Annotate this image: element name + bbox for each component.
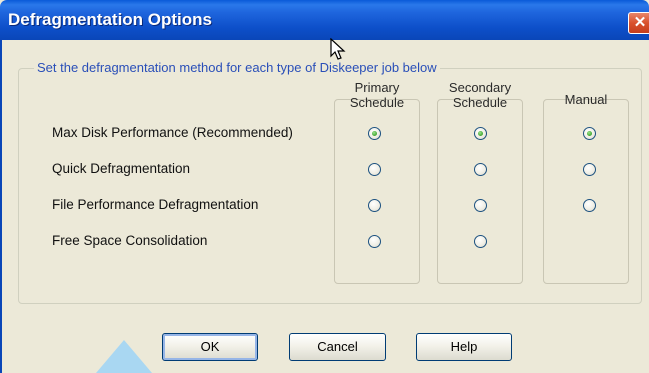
radio-primary-schedule-row-2[interactable]: [368, 163, 381, 176]
group-legend: Set the defragmentation method for each …: [34, 60, 440, 75]
radio-secondary-schedule-row-3[interactable]: [474, 199, 487, 212]
close-button[interactable]: ✕: [628, 12, 649, 34]
secondary-schedule-header: Secondary Schedule: [448, 80, 512, 110]
row-label-file-performance: File Performance Defragmentation: [52, 197, 259, 212]
ok-button[interactable]: OK: [162, 333, 258, 361]
row-label-free-space-consolidation: Free Space Consolidation: [52, 233, 208, 248]
primary-schedule-header: Primary Schedule: [349, 80, 405, 110]
window-title: Defragmentation Options: [8, 10, 213, 29]
cancel-button[interactable]: Cancel: [289, 333, 386, 361]
radio-secondary-schedule-row-1[interactable]: [474, 127, 487, 140]
radio-manual-row-1[interactable]: [583, 127, 596, 140]
title-bar[interactable]: Defragmentation Options ✕: [0, 0, 649, 40]
row-label-quick-defragmentation: Quick Defragmentation: [52, 161, 191, 176]
radio-secondary-schedule-row-2[interactable]: [474, 163, 487, 176]
radio-primary-schedule-row-1[interactable]: [368, 127, 381, 140]
radio-manual-row-3[interactable]: [583, 199, 596, 212]
radio-secondary-schedule-row-4[interactable]: [474, 235, 487, 248]
row-label-max-disk-performance: Max Disk Performance (Recommended): [52, 125, 293, 140]
radio-primary-schedule-row-3[interactable]: [368, 199, 381, 212]
decorative-shape: [96, 340, 152, 373]
help-button[interactable]: Help: [416, 333, 512, 361]
radio-primary-schedule-row-4[interactable]: [368, 235, 381, 248]
radio-manual-row-2[interactable]: [583, 163, 596, 176]
manual-header: Manual: [564, 92, 608, 107]
close-icon: ✕: [633, 14, 647, 31]
mouse-cursor-icon: [330, 38, 346, 60]
